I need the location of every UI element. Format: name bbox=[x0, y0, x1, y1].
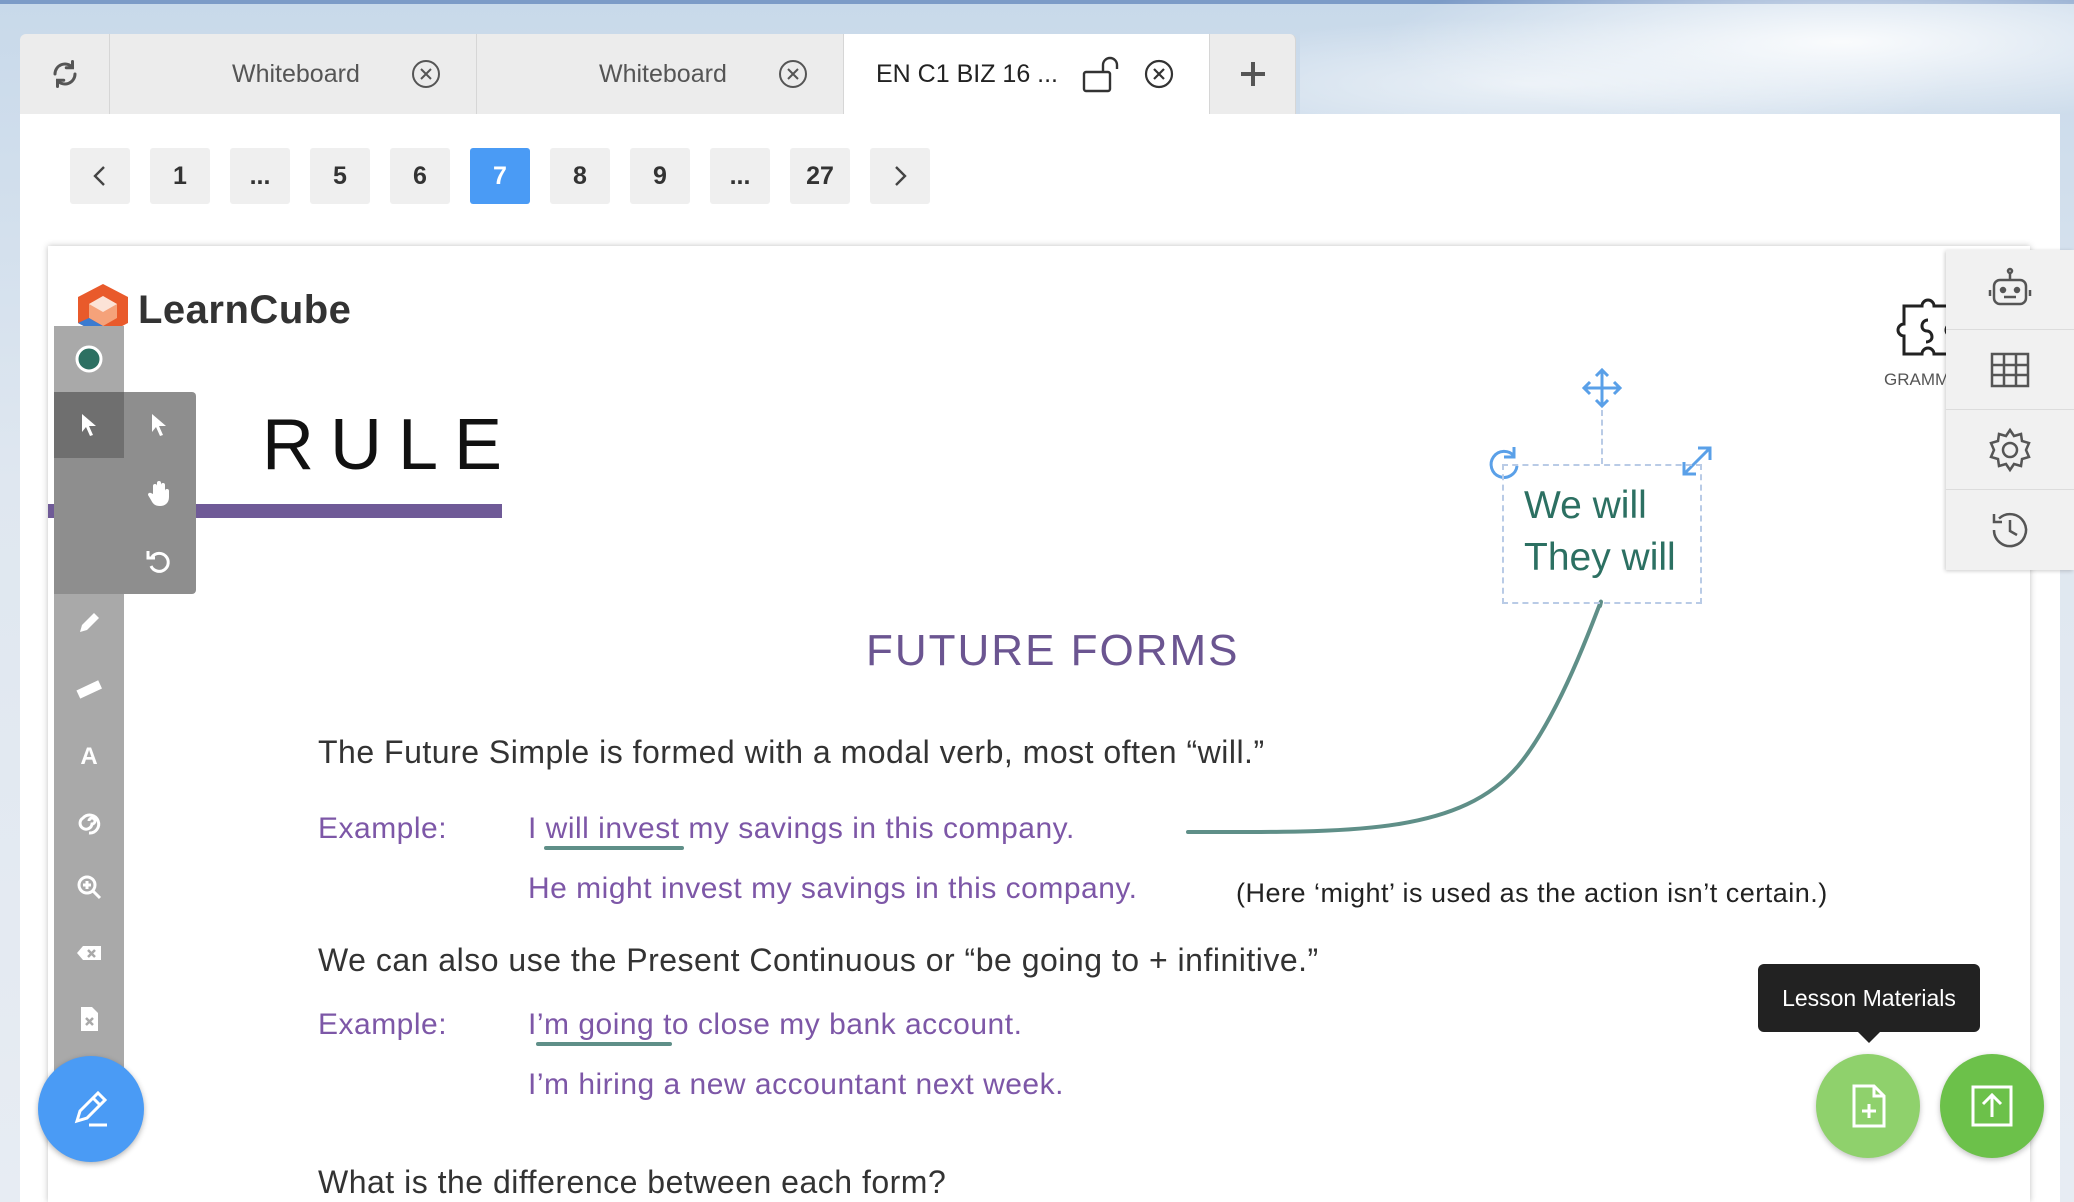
erase-tool-button[interactable] bbox=[54, 920, 124, 986]
robot-icon bbox=[1988, 267, 2032, 305]
pointer-option[interactable] bbox=[124, 392, 194, 458]
zoom-in-icon bbox=[77, 875, 102, 900]
pen-stroke-connector[interactable] bbox=[48, 246, 2030, 1202]
chevron-left-icon bbox=[93, 166, 105, 186]
tooltip-arrow bbox=[1858, 1032, 1880, 1043]
ruler-tool-button[interactable] bbox=[54, 656, 124, 722]
pencil-icon bbox=[80, 613, 99, 632]
svg-text:A: A bbox=[80, 743, 97, 770]
unlock-icon[interactable] bbox=[1081, 56, 1125, 94]
prev-page-button[interactable] bbox=[70, 148, 130, 204]
text-object-selected[interactable]: We will They will bbox=[1502, 464, 1702, 604]
refresh-icon bbox=[53, 60, 76, 88]
page-button[interactable]: 5 bbox=[310, 148, 370, 204]
page-ellipsis[interactable]: ... bbox=[230, 148, 290, 204]
pagination: 1 ... 5 6 7 8 9 ... 27 bbox=[70, 148, 930, 204]
right-tool-panel bbox=[1946, 250, 2074, 570]
tab-bar: Whiteboard Whiteboard EN C1 BIZ 16 ... bbox=[20, 34, 1296, 114]
cursor-icon bbox=[82, 414, 96, 436]
move-icon[interactable] bbox=[1580, 366, 1624, 410]
tab-whiteboard-1[interactable]: Whiteboard bbox=[110, 34, 477, 114]
text-object-content: We will They will bbox=[1524, 480, 1676, 584]
refresh-button[interactable] bbox=[20, 34, 110, 114]
chevron-right-icon bbox=[895, 166, 907, 186]
tab-label: Whiteboard bbox=[232, 59, 360, 88]
add-file-icon bbox=[1852, 1084, 1886, 1128]
page-ellipsis[interactable]: ... bbox=[710, 148, 770, 204]
lesson-materials-button[interactable] bbox=[1816, 1054, 1920, 1158]
pan-option[interactable] bbox=[124, 460, 194, 526]
settings-button[interactable] bbox=[1946, 410, 2074, 490]
page-button[interactable]: 27 bbox=[790, 148, 850, 204]
color-dot-icon bbox=[75, 345, 103, 373]
tab-lesson-active[interactable]: EN C1 BIZ 16 ... bbox=[844, 34, 1210, 114]
select-tool-flyout bbox=[54, 392, 196, 594]
page-button[interactable]: 6 bbox=[390, 148, 450, 204]
add-tab-button[interactable] bbox=[1210, 34, 1296, 114]
text-icon: A bbox=[80, 743, 97, 770]
history-icon bbox=[1992, 512, 2028, 548]
page-button-current[interactable]: 7 bbox=[470, 148, 530, 204]
close-tab-icon[interactable] bbox=[410, 58, 442, 90]
upload-icon bbox=[1971, 1085, 2013, 1127]
clear-page-button[interactable] bbox=[54, 986, 124, 1052]
hand-icon bbox=[147, 481, 169, 506]
pen-tool-button[interactable] bbox=[54, 590, 124, 656]
lesson-slide[interactable]: LearnCube RULE GRAMM FUTURE FORMS The Fu… bbox=[48, 246, 2030, 1202]
file-delete-icon bbox=[81, 1007, 98, 1031]
pen-edit-icon bbox=[74, 1090, 108, 1127]
pointer-icon bbox=[152, 414, 166, 436]
history-button[interactable] bbox=[1946, 490, 2074, 570]
assistant-button[interactable] bbox=[1946, 250, 2074, 330]
laser-tool-button[interactable] bbox=[54, 788, 124, 854]
upload-button[interactable] bbox=[1940, 1054, 2044, 1158]
color-picker-button[interactable] bbox=[54, 326, 124, 392]
text-line: We will bbox=[1524, 484, 1647, 527]
tab-label: EN C1 BIZ 16 ... bbox=[876, 59, 1059, 88]
text-line: They will bbox=[1524, 536, 1676, 579]
grid-button[interactable] bbox=[1946, 330, 2074, 410]
handle-connector bbox=[1601, 410, 1603, 464]
plus-icon bbox=[1240, 62, 1265, 86]
lesson-materials-tooltip: Lesson Materials bbox=[1758, 964, 1980, 1032]
undo-icon bbox=[146, 551, 170, 573]
ruler-icon bbox=[76, 680, 102, 699]
close-tab-icon[interactable] bbox=[1143, 58, 1175, 90]
spiral-icon bbox=[78, 813, 101, 835]
backspace-icon bbox=[77, 946, 101, 960]
page-button[interactable]: 8 bbox=[550, 148, 610, 204]
pen-menu-button[interactable] bbox=[38, 1056, 144, 1162]
undo-option[interactable] bbox=[124, 528, 194, 594]
page-button[interactable]: 9 bbox=[630, 148, 690, 204]
next-page-button[interactable] bbox=[870, 148, 930, 204]
gear-icon bbox=[1989, 427, 2031, 472]
zoom-tool-button[interactable] bbox=[54, 854, 124, 920]
text-tool-button[interactable]: A bbox=[54, 722, 124, 788]
select-cursor-option[interactable] bbox=[54, 392, 124, 458]
page-button[interactable]: 1 bbox=[150, 148, 210, 204]
grid-icon bbox=[1990, 352, 2030, 387]
tab-whiteboard-2[interactable]: Whiteboard bbox=[477, 34, 844, 114]
close-tab-icon[interactable] bbox=[777, 58, 809, 90]
tab-label: Whiteboard bbox=[599, 59, 727, 88]
